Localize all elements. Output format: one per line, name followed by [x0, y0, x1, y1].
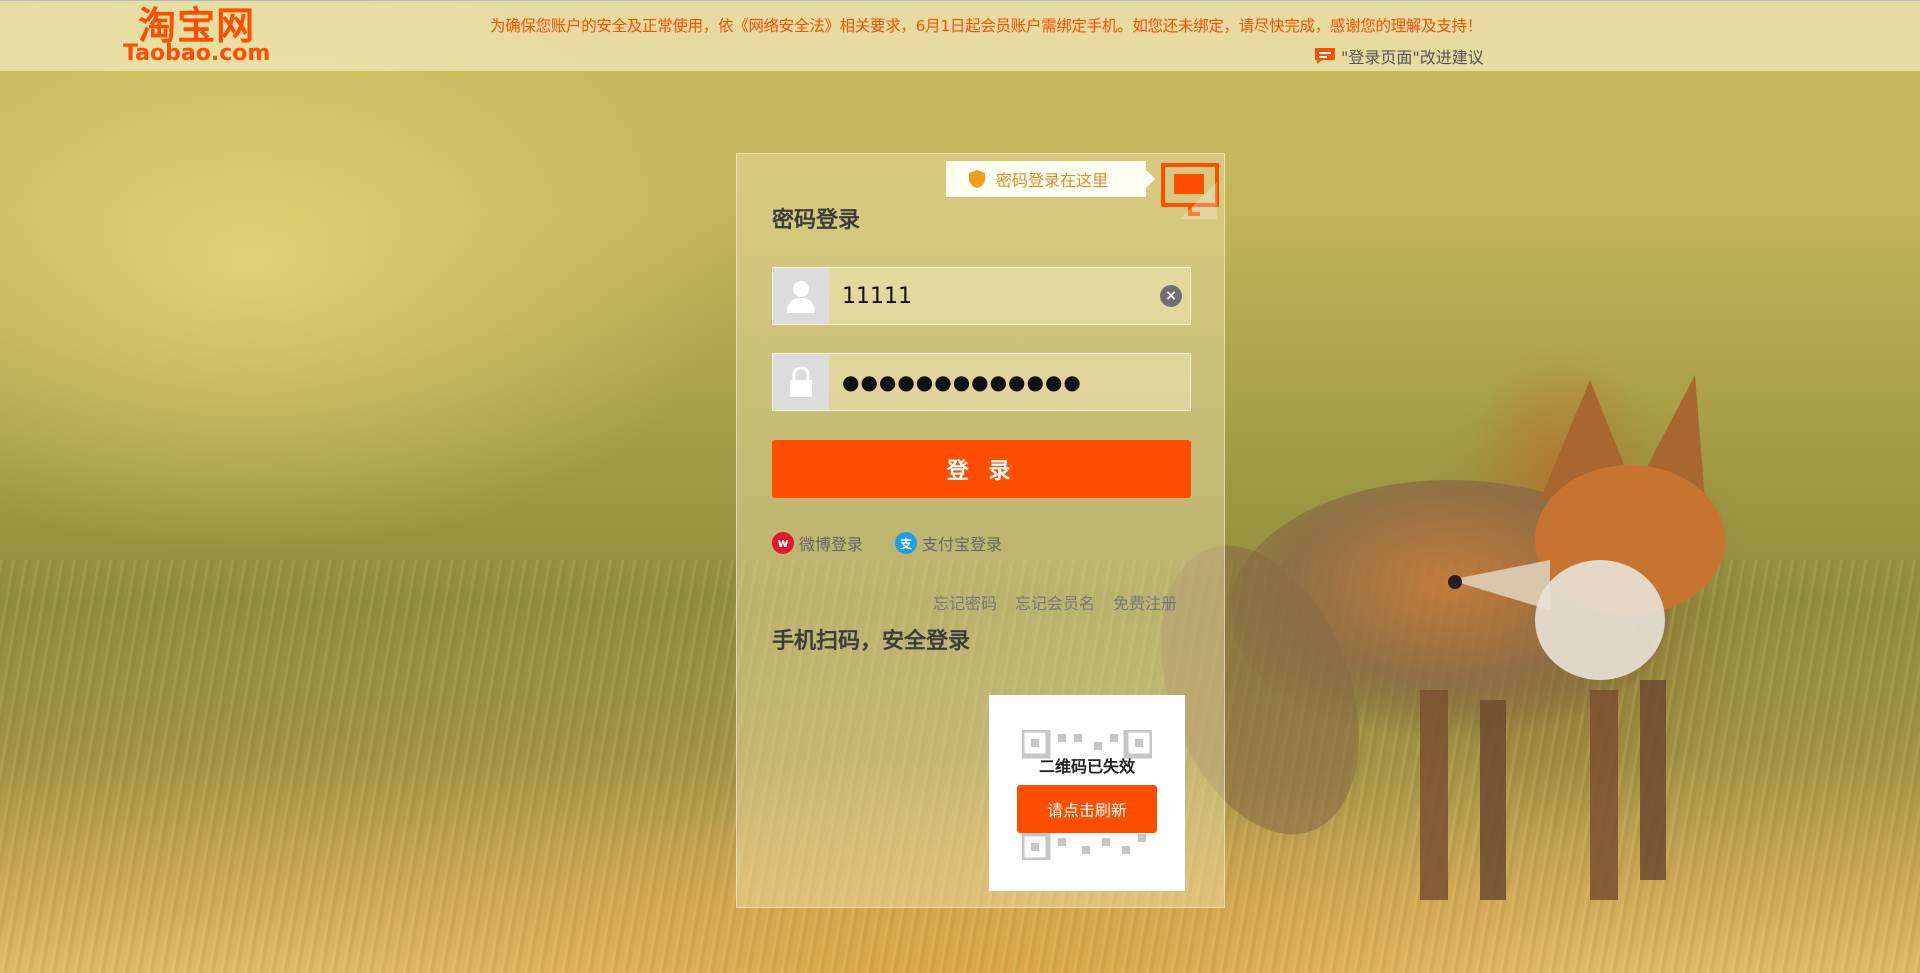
- weibo-login-label: 微博登录: [799, 535, 864, 554]
- username-input[interactable]: [829, 282, 1160, 310]
- weibo-icon: w: [772, 532, 794, 554]
- password-login-title: 密码登录: [772, 208, 861, 233]
- top-bar: 淘宝网 Taobao.com 为确保您账户的安全及正常使用，依《网络安全法》相关…: [0, 0, 1920, 71]
- feedback-link[interactable]: "登录页面"改进建议: [1313, 44, 1484, 68]
- forgot-username-link[interactable]: 忘记会员名: [1015, 590, 1095, 614]
- taobao-logo[interactable]: 淘宝网 Taobao.com: [123, 4, 271, 66]
- feedback-label: "登录页面"改进建议: [1341, 48, 1484, 67]
- clear-username-button[interactable]: ×: [1160, 285, 1182, 307]
- username-field[interactable]: ×: [772, 267, 1191, 325]
- password-field[interactable]: [772, 353, 1191, 411]
- user-icon: [773, 268, 829, 324]
- tip-text: 密码登录在这里: [996, 171, 1109, 190]
- chat-bubble-icon: [1315, 48, 1335, 64]
- password-login-tip: 密码登录在这里: [946, 161, 1155, 197]
- login-panel: 密码登录在这里 密码登录 × 登 录 w: [736, 153, 1225, 908]
- qr-login-title: 手机扫码，安全登录: [772, 629, 971, 654]
- security-notice: 为确保您账户的安全及正常使用，依《网络安全法》相关要求，6月1日起会员账户需绑定…: [490, 17, 1482, 35]
- logo-chinese-text: 淘宝网: [138, 4, 256, 48]
- qr-expired-text: 二维码已失效: [1038, 757, 1135, 776]
- account-links: 忘记密码 忘记会员名 免费注册: [933, 590, 1177, 614]
- qr-monitor-icon[interactable]: [1160, 162, 1220, 222]
- shield-icon: [969, 170, 985, 188]
- close-icon: ×: [1165, 288, 1177, 304]
- register-link[interactable]: 免费注册: [1113, 590, 1177, 614]
- qr-code-box: 二维码已失效 请点击刷新: [989, 695, 1185, 891]
- fox-background-image: [1161, 375, 1725, 900]
- forgot-password-link[interactable]: 忘记密码: [933, 590, 997, 614]
- alipay-icon: 支: [895, 532, 918, 554]
- lock-icon: [773, 354, 829, 410]
- qr-refresh-button[interactable]: 请点击刷新: [1017, 785, 1157, 833]
- weibo-login-link[interactable]: w 微博登录: [772, 531, 863, 555]
- alipay-login-link[interactable]: 支 支付宝登录: [895, 531, 1002, 555]
- password-input[interactable]: [829, 369, 1190, 395]
- login-button[interactable]: 登 录: [772, 440, 1191, 498]
- logo-english-text: Taobao.com: [123, 41, 271, 66]
- alipay-login-label: 支付宝登录: [922, 535, 1003, 554]
- third-party-login: w 微博登录 支 支付宝登录: [772, 531, 1002, 555]
